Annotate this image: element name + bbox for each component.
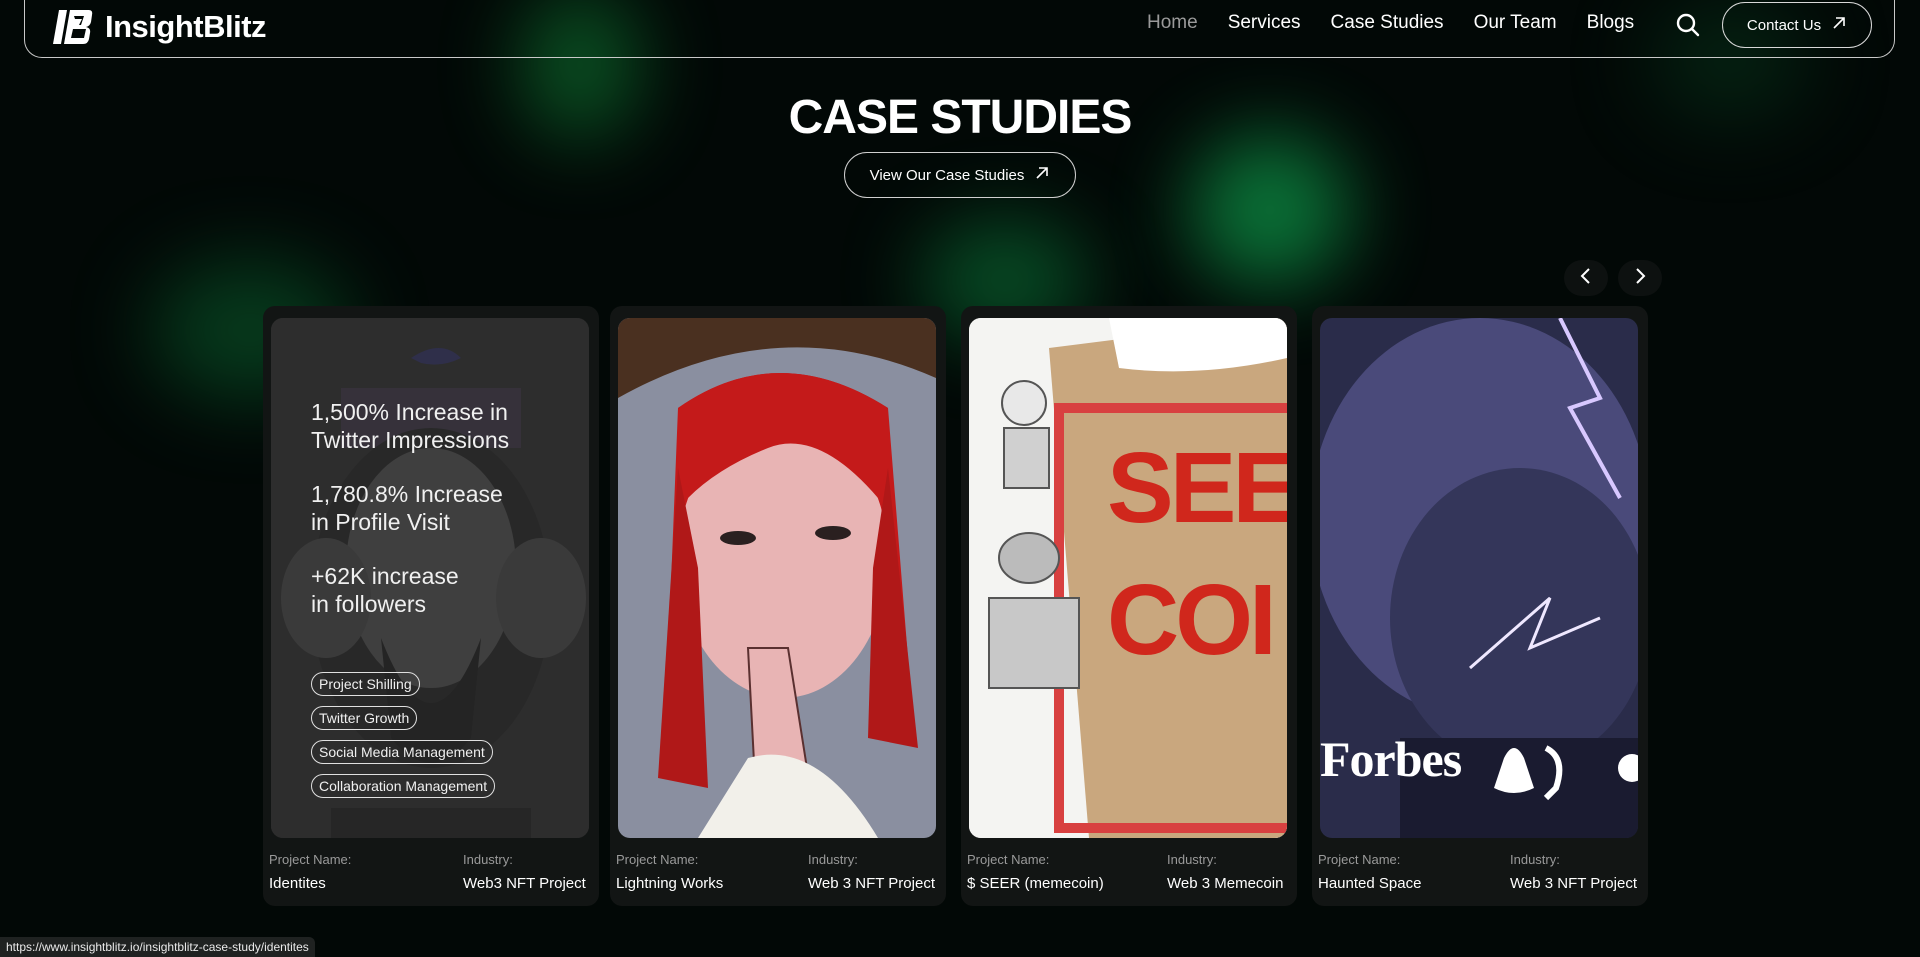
carousel-next-button[interactable]	[1618, 260, 1662, 296]
industry-value: Web 3 Memecoin	[1167, 875, 1284, 892]
contact-us-label: Contact Us	[1746, 16, 1822, 34]
project-name-label: Project Name:	[269, 852, 352, 867]
case-study-image	[618, 318, 936, 838]
case-study-card-seer-memecoin[interactable]: SEEI COI Project Name: $ SEER (memecoin)…	[961, 306, 1297, 906]
case-study-card-haunted-space[interactable]: Forbes Project Name: Haunted Space Indus…	[1312, 306, 1648, 906]
industry-value: Web 3 NFT Project	[1510, 875, 1637, 892]
view-case-studies-button[interactable]: View Our Case Studies	[844, 152, 1076, 198]
industry-value: Web3 NFT Project	[463, 875, 586, 892]
industry-label: Industry:	[1167, 852, 1217, 867]
project-name: Lightning Works	[616, 875, 724, 892]
arrow-up-right-icon	[1831, 15, 1847, 35]
brand-logo[interactable]: InsightBlitz	[53, 8, 267, 46]
browser-status-url: https://www.insightblitz.io/insightblitz…	[0, 937, 315, 957]
project-name-label: Project Name:	[967, 852, 1050, 867]
chevron-left-icon	[1579, 267, 1593, 289]
case-study-card-identites[interactable]: 1,500% Increase in Twitter Impressions 1…	[263, 306, 599, 906]
view-case-studies-label: View Our Case Studies	[869, 166, 1025, 184]
tag-project-shilling: Project Shilling	[311, 672, 420, 696]
case-study-image: SEEI COI	[969, 318, 1287, 838]
project-name-block: Project Name: Identites	[269, 852, 351, 892]
card-meta: Project Name: Identites Industry: Web3 N…	[269, 852, 593, 892]
tag-twitter-growth: Twitter Growth	[311, 706, 418, 730]
stat-followers: +62K increase in followers	[311, 563, 459, 617]
tag-social-media-management: Social Media Management	[311, 740, 493, 764]
industry-block: Industry: Web 3 NFT Project	[808, 852, 940, 892]
nav-our-team[interactable]: Our Team	[1474, 12, 1557, 34]
nav-blogs[interactable]: Blogs	[1587, 12, 1635, 34]
project-name: $ SEER (memecoin)	[967, 875, 1104, 892]
seer-stamp-text: SEEI	[1107, 432, 1287, 544]
industry-label: Industry:	[463, 852, 513, 867]
insightblitz-logo-icon	[53, 8, 93, 46]
industry-value: Web 3 NFT Project	[808, 875, 935, 892]
coin-stamp-text: COI	[1107, 564, 1277, 676]
search-icon[interactable]	[1675, 12, 1701, 38]
project-name: Identites	[269, 875, 326, 892]
project-name-block: Project Name: Lightning Works	[616, 852, 723, 892]
tag-collaboration-management: Collaboration Management	[311, 774, 496, 798]
project-name-label: Project Name:	[616, 852, 699, 867]
stat-twitter-impressions: 1,500% Increase in Twitter Impressions	[311, 399, 510, 453]
top-navbar: InsightBlitz Home Services Case Studies …	[24, 0, 1895, 58]
carousel-controls	[1564, 260, 1662, 296]
case-study-card-lightning-works[interactable]: Project Name: Lightning Works Industry: …	[610, 306, 946, 906]
case-study-image: 1,500% Increase in Twitter Impressions 1…	[271, 318, 589, 838]
industry-block: Industry: Web 3 Memecoin	[1167, 852, 1291, 892]
card-meta: Project Name: Haunted Space Industry: We…	[1318, 852, 1642, 892]
stat-profile-visit: 1,780.8% Increase in Profile Visit	[311, 481, 503, 535]
industry-label: Industry:	[1510, 852, 1560, 867]
project-name-label: Project Name:	[1318, 852, 1401, 867]
nav-services[interactable]: Services	[1228, 12, 1301, 34]
nav-case-studies[interactable]: Case Studies	[1331, 12, 1444, 34]
project-name: Haunted Space	[1318, 875, 1422, 892]
card-meta: Project Name: Lightning Works Industry: …	[616, 852, 940, 892]
arrow-up-right-icon	[1034, 165, 1050, 185]
main-menu: Home Services Case Studies Our Team Blog…	[1147, 12, 1634, 34]
nav-home[interactable]: Home	[1147, 12, 1198, 34]
project-name-block: Project Name: $ SEER (memecoin)	[967, 852, 1104, 892]
project-name-block: Project Name: Haunted Space	[1318, 852, 1421, 892]
industry-block: Industry: Web 3 NFT Project	[1510, 852, 1642, 892]
chevron-right-icon	[1633, 267, 1647, 289]
forbes-logo-text: Forbes	[1320, 731, 1462, 787]
industry-label: Industry:	[808, 852, 858, 867]
industry-block: Industry: Web3 NFT Project	[463, 852, 593, 892]
brand-name: InsightBlitz	[105, 9, 267, 44]
carousel-prev-button[interactable]	[1564, 260, 1608, 296]
page-title: CASE STUDIES	[788, 91, 1133, 144]
card-meta: Project Name: $ SEER (memecoin) Industry…	[967, 852, 1291, 892]
contact-us-button[interactable]: Contact Us	[1722, 2, 1872, 48]
case-study-image: Forbes	[1320, 318, 1638, 838]
